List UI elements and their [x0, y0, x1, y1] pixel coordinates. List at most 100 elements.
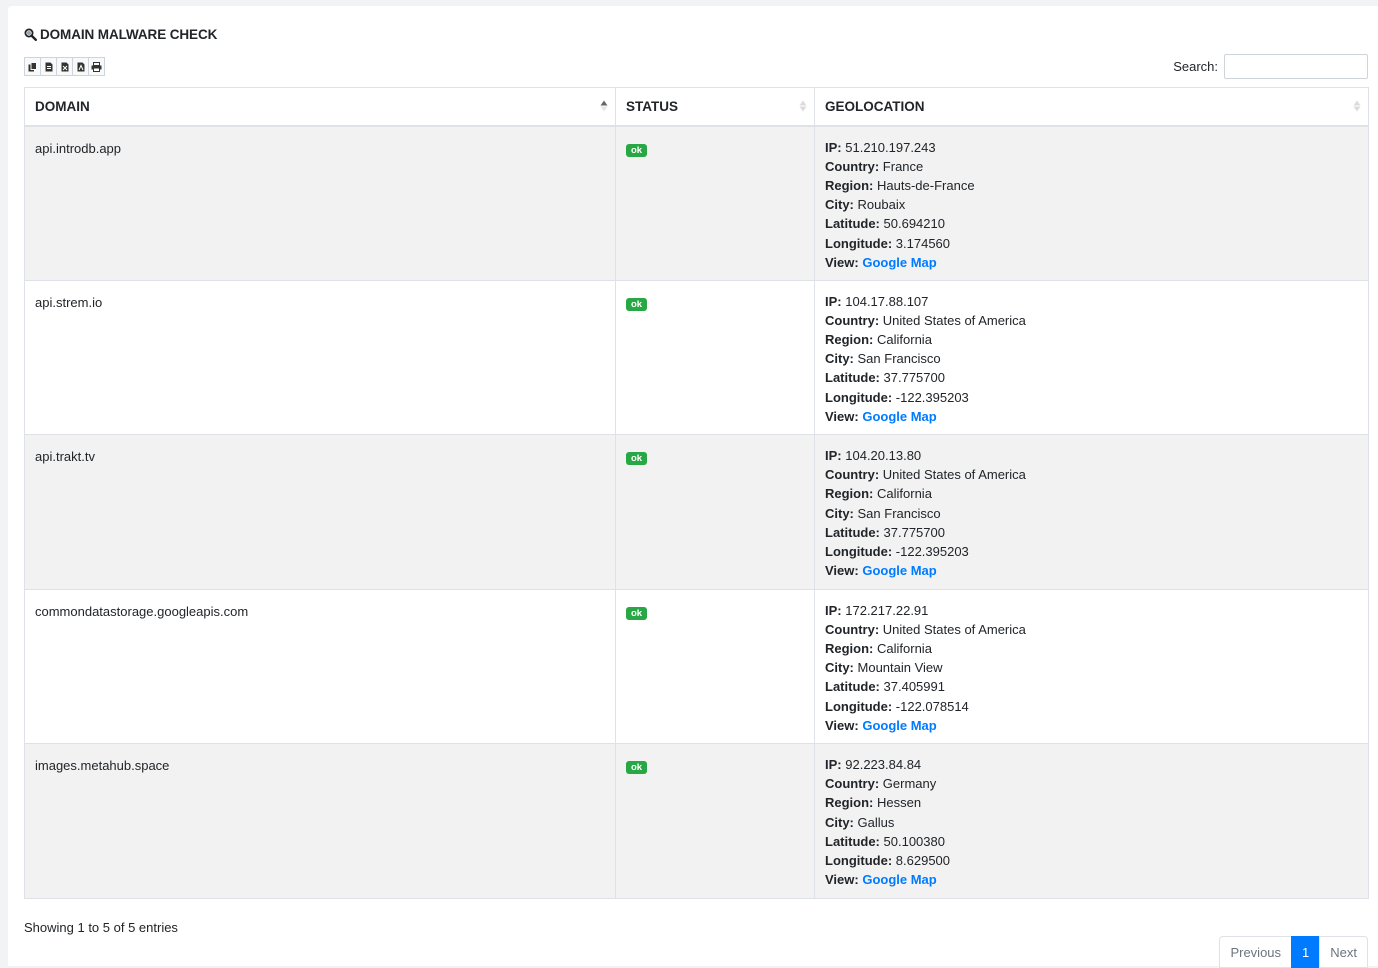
- excel-icon: [61, 62, 68, 71]
- column-header-status[interactable]: STATUS: [615, 87, 815, 127]
- domain-name: commondatastorage.googleapis.com: [35, 603, 249, 619]
- geo-latitude-value: 37.405991: [883, 679, 945, 695]
- geo-view-label: View:: [825, 563, 859, 579]
- geo-region-label: Region:: [825, 795, 874, 811]
- content-panel: DOMAIN MALWARE CHECK Search: DOMAIN STAT…: [8, 6, 1378, 968]
- google-map-link[interactable]: Google Map: [862, 255, 936, 270]
- geolocation-cell: IP: 104.20.13.80 Country: United States o…: [814, 434, 1369, 590]
- geo-region: Region: California: [825, 484, 1358, 503]
- geo-region-value: Hauts-de-France: [877, 177, 975, 193]
- geo-country-label: Country:: [825, 467, 880, 483]
- geo-region-value: California: [877, 640, 932, 656]
- print-button[interactable]: [88, 57, 105, 76]
- pdf-button[interactable]: [72, 57, 89, 76]
- geo-country: Country: Germany: [825, 774, 1358, 793]
- geo-region: Region: California: [825, 639, 1358, 658]
- google-map-link[interactable]: Google Map: [862, 409, 936, 424]
- search-label: Search:: [1173, 59, 1218, 74]
- geo-region: Region: California: [825, 330, 1358, 349]
- geo-latitude: Latitude: 37.775700: [825, 523, 1358, 542]
- geo-latitude: Latitude: 37.775700: [825, 368, 1358, 387]
- geolocation-cell: IP: 51.210.197.243 Country: France Region:…: [814, 125, 1369, 281]
- geo-region-label: Region:: [825, 331, 874, 347]
- table-body: api.introdb.app ok IP: 51.210.197.243 Count…: [24, 125, 1369, 899]
- domain-cell: api.introdb.app: [24, 125, 616, 281]
- domain-name: api.introdb.app: [35, 140, 122, 156]
- previous-page-button[interactable]: Previous: [1219, 936, 1293, 968]
- excel-button[interactable]: [56, 57, 73, 76]
- geo-longitude: Longitude: 8.629500: [825, 851, 1358, 870]
- geo-latitude-label: Latitude:: [825, 216, 880, 232]
- geo-longitude-label: Longitude:: [825, 698, 893, 714]
- geo-ip-label: IP:: [825, 448, 842, 463]
- column-header-domain-label: DOMAIN: [35, 98, 90, 114]
- column-header-status-label: STATUS: [626, 98, 678, 114]
- geo-country: Country: France: [825, 157, 1358, 176]
- geo-country-label: Country:: [825, 776, 880, 792]
- geo-longitude-label: Longitude:: [825, 235, 893, 251]
- status-badge: ok: [626, 761, 648, 774]
- geo-latitude-value: 37.775700: [883, 370, 945, 386]
- results-table: DOMAIN STATUS GEOLOCATION api.introdb.ap…: [24, 87, 1369, 899]
- geo-ip-label: IP:: [825, 293, 842, 309]
- google-map-link[interactable]: Google Map: [862, 872, 936, 887]
- domain-cell: api.trakt.tv: [24, 434, 616, 590]
- geo-region-label: Region:: [825, 640, 874, 656]
- page-1-button[interactable]: 1: [1291, 936, 1321, 968]
- csv-button[interactable]: [40, 57, 57, 76]
- geo-ip: IP: 51.210.197.243: [825, 138, 1358, 157]
- geo-city: City: Mountain View: [825, 658, 1358, 677]
- geo-country-value: United States of America: [882, 312, 1026, 328]
- domain-cell: api.strem.io: [24, 279, 616, 435]
- geo-ip-value: 104.17.88.107: [845, 293, 929, 309]
- geo-city-label: City:: [825, 660, 854, 676]
- geo-ip-value: 92.223.84.84: [845, 757, 922, 772]
- geo-latitude-value: 50.694210: [883, 216, 945, 232]
- geo-region-value: California: [877, 486, 932, 502]
- table-row: images.metahub.space ok IP: 92.223.84.84 Co…: [24, 743, 1369, 899]
- column-header-geolocation-label: GEOLOCATION: [825, 98, 925, 114]
- geolocation-details: IP: 172.217.22.91 Country: United States …: [825, 601, 1358, 735]
- table-row: api.introdb.app ok IP: 51.210.197.243 Count…: [24, 125, 1369, 281]
- csv-icon: [45, 62, 52, 71]
- geo-longitude-label: Longitude:: [825, 853, 893, 869]
- copy-icon: [28, 61, 37, 71]
- geo-city: City: Roubaix: [825, 195, 1358, 214]
- google-map-link[interactable]: Google Map: [862, 563, 936, 578]
- geo-ip: IP: 172.217.22.91: [825, 601, 1358, 620]
- geo-view: View: Google Map: [825, 561, 1358, 580]
- search-input[interactable]: [1224, 54, 1368, 79]
- pagination: Previous 1 Next: [1219, 936, 1368, 968]
- geo-city-label: City:: [825, 505, 854, 521]
- geolocation-details: IP: 104.17.88.107 Country: United States …: [825, 292, 1358, 426]
- geo-country-label: Country:: [825, 158, 880, 174]
- print-icon: [91, 61, 102, 72]
- geo-view: View: Google Map: [825, 716, 1358, 735]
- google-map-link[interactable]: Google Map: [862, 718, 936, 733]
- geo-longitude-value: -122.395203: [895, 544, 969, 560]
- geo-latitude-label: Latitude:: [825, 833, 880, 849]
- column-header-geolocation[interactable]: GEOLOCATION: [814, 87, 1369, 127]
- status-badge: ok: [626, 143, 648, 157]
- geolocation-cell: IP: 92.223.84.84 Country: Germany Region: …: [814, 743, 1369, 899]
- geolocation-cell: IP: 104.17.88.107 Country: United States …: [814, 279, 1369, 435]
- geo-city-value: Roubaix: [857, 197, 906, 213]
- column-header-domain[interactable]: DOMAIN: [24, 87, 616, 127]
- table-row: api.trakt.tv ok IP: 104.20.13.80 Country: U…: [24, 434, 1369, 590]
- export-toolbar: [24, 57, 105, 76]
- geo-ip-value: 51.210.197.243: [845, 139, 936, 155]
- table-row: api.strem.io ok IP: 104.17.88.107 Country: …: [24, 279, 1369, 435]
- geo-country-value: United States of America: [882, 621, 1026, 637]
- geolocation-details: IP: 104.20.13.80 Country: United States o…: [825, 446, 1358, 580]
- geo-city: City: Gallus: [825, 813, 1358, 832]
- status-cell: ok: [615, 125, 815, 281]
- geo-ip: IP: 92.223.84.84: [825, 755, 1358, 774]
- copy-button[interactable]: [24, 57, 41, 76]
- geo-region: Region: Hessen: [825, 793, 1358, 812]
- geo-latitude: Latitude: 50.694210: [825, 214, 1358, 233]
- sort-both-icon: [1353, 100, 1361, 112]
- next-page-button[interactable]: Next: [1319, 936, 1368, 968]
- geo-longitude: Longitude: -122.395203: [825, 388, 1358, 407]
- geo-latitude-value: 37.775700: [883, 524, 945, 540]
- geo-ip-value: 172.217.22.91: [845, 602, 929, 618]
